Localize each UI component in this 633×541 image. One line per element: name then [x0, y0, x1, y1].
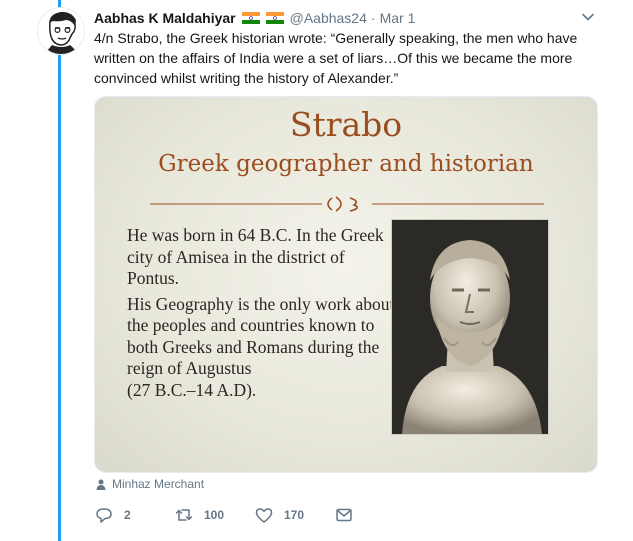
strabo-bust-image: [391, 219, 549, 435]
tweet-media-image[interactable]: Strabo Greek geographer and historian He…: [94, 96, 598, 473]
separator-dot: ·: [370, 10, 376, 26]
media-paragraph-dates: (27 B.C.–14 A.D).: [127, 379, 257, 400]
direct-message-button[interactable]: [334, 505, 354, 525]
person-icon: [96, 479, 106, 490]
envelope-icon: [336, 508, 352, 522]
author-name[interactable]: Aabhas K Maldahiyar: [94, 10, 236, 26]
chevron-down-icon[interactable]: [581, 10, 595, 24]
media-title: Strabo: [289, 105, 403, 144]
tweet-date[interactable]: Mar 1: [380, 10, 416, 26]
reply-count: 2: [124, 508, 131, 522]
retweet-count: 100: [204, 508, 225, 522]
media-paragraph-geography: His Geography is the only work about the…: [127, 293, 395, 379]
media-paragraph-birth: He was born in 64 B.C. In the Greek city…: [127, 225, 384, 288]
bust-sculpture-icon: [392, 220, 548, 434]
heart-icon: [255, 508, 273, 523]
retweet-button[interactable]: 100: [174, 505, 224, 525]
like-count: 170: [284, 508, 305, 522]
reply-icon: [96, 508, 112, 523]
avatar-sketch-icon: [38, 8, 84, 54]
attribution-name[interactable]: Minhaz Merchant: [112, 477, 204, 491]
reply-button[interactable]: 2: [94, 505, 131, 525]
media-subtitle: Greek geographer and historian: [158, 151, 534, 177]
india-flag-icon: [241, 12, 260, 24]
author-handle[interactable]: @Aabhas24: [290, 10, 367, 26]
like-button[interactable]: 170: [254, 505, 304, 525]
india-flag-icon: [265, 12, 284, 24]
media-body-text: He was born in 64 B.C. In the Greek city…: [127, 225, 397, 405]
avatar[interactable]: [37, 7, 85, 55]
tweet-header: Aabhas K Maldahiyar @Aabhas24 · Mar 1: [94, 8, 603, 28]
media-attribution[interactable]: Minhaz Merchant: [96, 476, 204, 492]
thread-connector-line: [58, 0, 61, 541]
ornament-divider-icon: [150, 196, 544, 212]
retweet-icon: [175, 509, 193, 521]
tweet-text: 4/n Strabo, the Greek historian wrote: “…: [94, 30, 578, 86]
